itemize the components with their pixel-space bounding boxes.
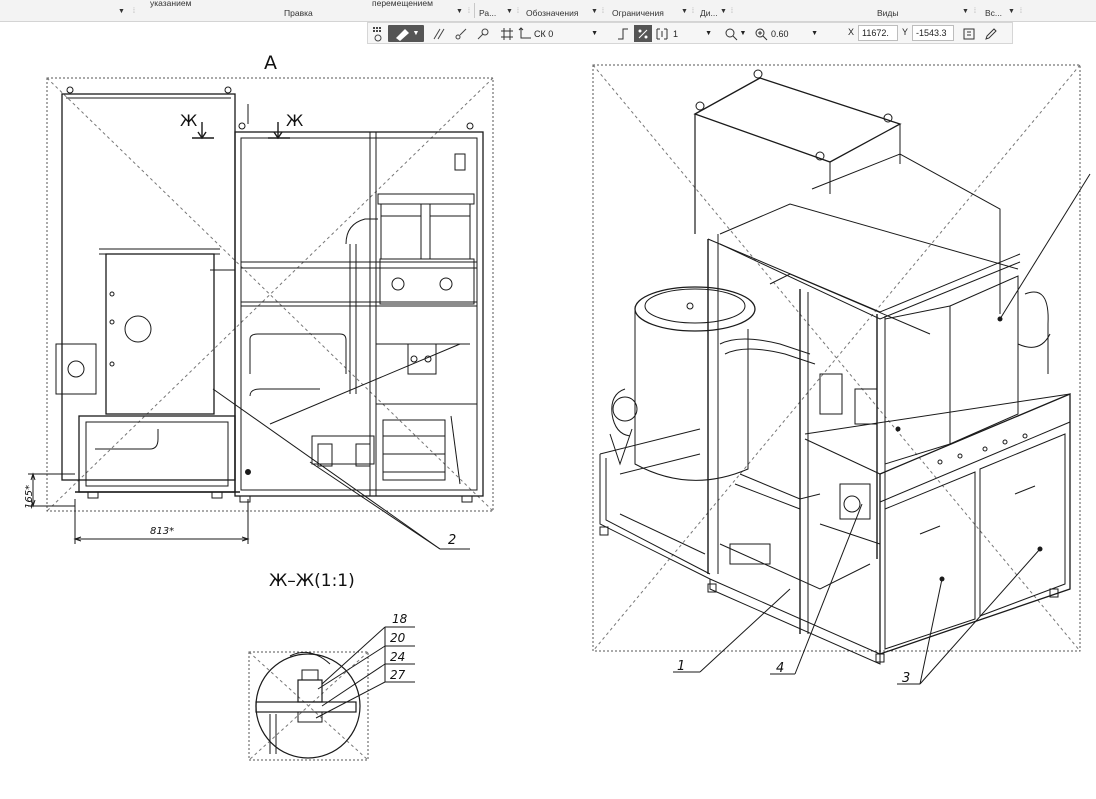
layer-select[interactable]: 1 ▼	[655, 25, 715, 42]
coordinate-system-select[interactable]: СК 0 ▼	[518, 25, 602, 42]
callout-20: 20	[390, 631, 406, 645]
x-label: X	[848, 27, 855, 37]
ribbon-group-constraints[interactable]: Ограничения	[612, 8, 664, 18]
ribbon-group-edit[interactable]: Правка	[284, 8, 313, 18]
snap-toggle-button[interactable]	[634, 25, 652, 42]
chevron-down-icon[interactable]: ▼	[720, 8, 727, 15]
iso-tank	[634, 286, 756, 332]
callout-4: 4	[776, 661, 784, 676]
snap-point-icon[interactable]	[452, 25, 470, 42]
ribbon-group-views[interactable]: Виды	[877, 8, 899, 18]
chevron-down-icon[interactable]: ▼	[681, 8, 688, 15]
drawing-svg: А Ж Ж 165* 813* 2 Ж–Ж(1:1) 18 20 24 27 1…	[24, 52, 1091, 761]
x-coordinate-field[interactable]: 11672.	[858, 25, 898, 41]
drawing-canvas[interactable]: А Ж Ж 165* 813* 2 Ж–Ж(1:1) 18 20 24 27 1…	[0, 44, 1096, 794]
grip-icon: ⁞	[1020, 8, 1022, 15]
section-mark-right: Ж	[286, 111, 303, 130]
callout-1: 1	[677, 659, 685, 674]
view-a-label: А	[264, 52, 277, 74]
zoom-scale-select[interactable]: 0.60 ▼	[754, 25, 822, 42]
filter-1	[380, 203, 422, 260]
callout-3: 3	[902, 671, 910, 686]
isometric-view[interactable]	[592, 64, 1081, 665]
grip-icon: ⁞	[133, 8, 135, 15]
y-coordinate-field[interactable]: -1543.3	[912, 25, 954, 41]
grip-icon: ⁞	[602, 8, 604, 15]
section-detail[interactable]	[248, 626, 415, 761]
callout-2: 2	[448, 533, 456, 548]
section-title: Ж–Ж(1:1)	[269, 571, 355, 591]
zoom-icon	[755, 28, 768, 40]
callout-2-leader	[212, 388, 470, 550]
chevron-down-icon[interactable]: ▼	[118, 8, 125, 15]
ribbon-right-partial[interactable]: перемещением	[372, 0, 433, 8]
separator	[474, 3, 475, 18]
snap-settings-icon[interactable]	[960, 25, 978, 42]
ribbon-group-di[interactable]: Ди...	[700, 8, 718, 18]
grip-icon: ⁞	[468, 8, 470, 15]
section-mark-left: Ж	[180, 111, 197, 130]
section-marker	[192, 122, 290, 140]
callout-24: 24	[390, 650, 405, 664]
dimension-width: 813*	[150, 526, 174, 537]
filter-2	[429, 203, 471, 260]
parallel-line-icon[interactable]	[430, 25, 448, 42]
grip-icon: ⁞	[692, 8, 694, 15]
zoom-tools-button[interactable]: ▼	[720, 25, 750, 42]
ortho-mode-icon[interactable]	[615, 25, 631, 42]
ribbon-group-ra[interactable]: Ра...	[479, 8, 496, 18]
grip-icon: ⁞	[731, 8, 733, 15]
grip-icon: ⁞	[974, 8, 976, 15]
layer-value: 1	[673, 28, 679, 39]
toolbar-grip-icon[interactable]	[371, 25, 385, 42]
chevron-down-icon[interactable]: ▼	[962, 8, 969, 15]
zoom-value: 0.60	[771, 28, 789, 39]
grid-icon[interactable]	[498, 25, 516, 42]
pen-icon[interactable]	[982, 25, 1000, 42]
pump	[382, 419, 446, 481]
dimensions	[28, 472, 250, 544]
iso-cabinet-top	[693, 77, 902, 163]
chevron-down-icon[interactable]: ▼	[591, 30, 598, 37]
dimension-height: 165*	[24, 485, 35, 509]
local-snap-icon[interactable]	[474, 25, 492, 42]
chevron-down-icon[interactable]: ▼	[705, 30, 712, 37]
tank	[105, 253, 215, 415]
current-state-toolbar: ▼ СК 0 ▼ 1 ▼ ▼ 0.60 ▼ X 11672. Y -1543.3	[367, 22, 1013, 44]
chevron-down-icon[interactable]: ▼	[506, 8, 513, 15]
style-selector-button[interactable]: ▼	[388, 25, 424, 42]
callout-27: 27	[390, 668, 406, 682]
chevron-down-icon[interactable]: ▼	[1008, 8, 1015, 15]
grip-icon: ⁞	[517, 8, 519, 15]
ribbon-left-partial[interactable]: указанием	[150, 0, 191, 8]
chevron-down-icon[interactable]: ▼	[591, 8, 598, 15]
ribbon-group-designations[interactable]: Обозначения	[526, 8, 578, 18]
y-label: Y	[902, 27, 909, 37]
chevron-down-icon[interactable]: ▼	[811, 30, 818, 37]
view-a-front[interactable]	[46, 77, 494, 512]
ribbon: ▼ ⁞ указанием Правка перемещением ▼ ⁞ Ра…	[0, 0, 1096, 22]
chevron-down-icon[interactable]: ▼	[456, 8, 463, 15]
coordinate-system-value: СК 0	[534, 28, 554, 39]
callout-18: 18	[392, 612, 408, 626]
frame-right	[234, 131, 484, 497]
ribbon-group-all[interactable]: Вс...	[985, 8, 1002, 18]
